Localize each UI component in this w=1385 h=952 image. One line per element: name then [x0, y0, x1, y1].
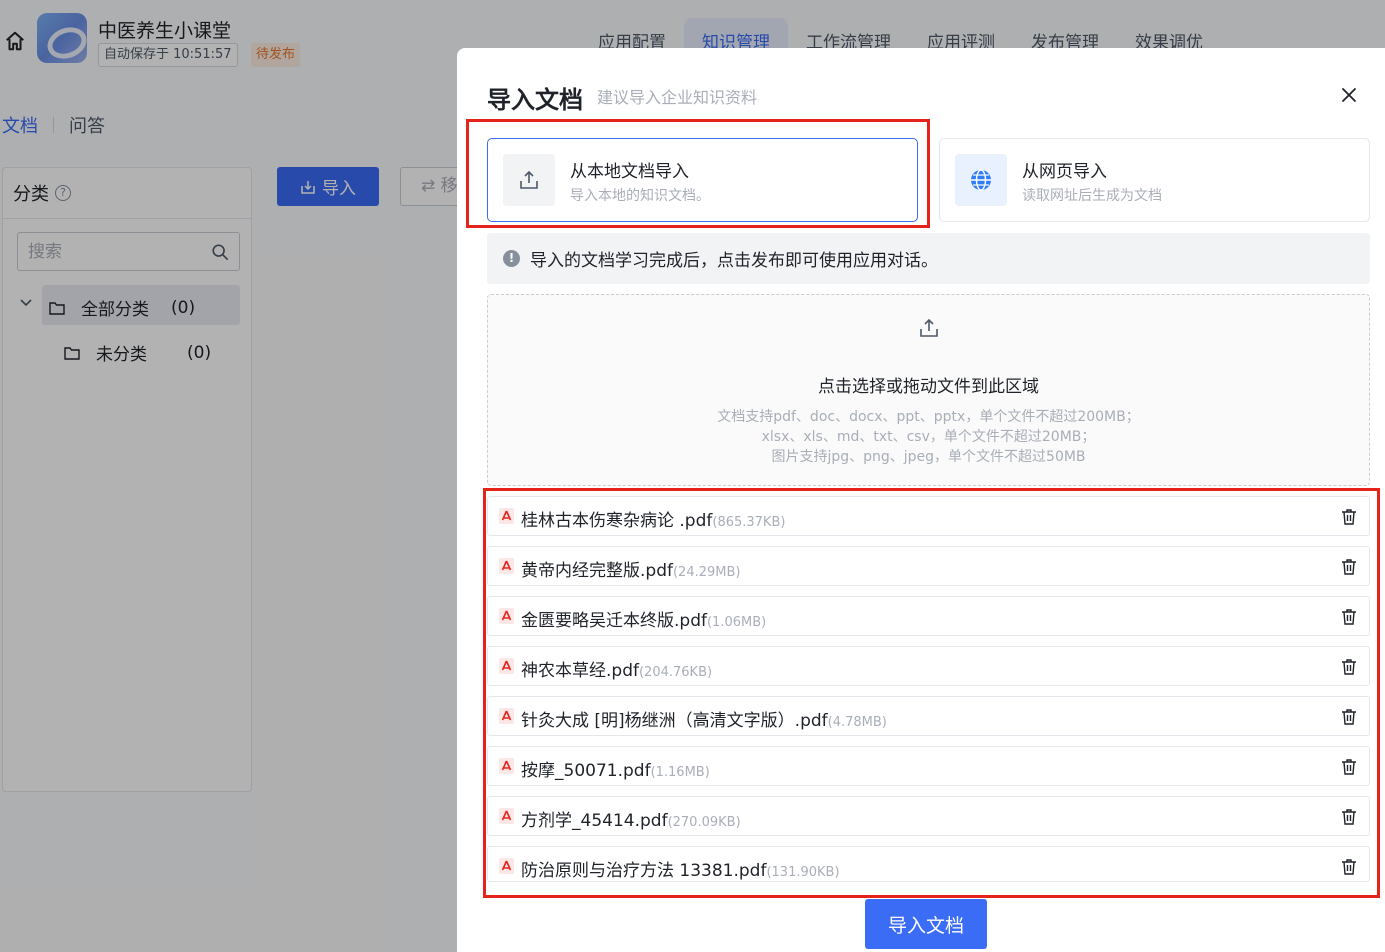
- file-name: 方剂学_45414.pdf: [521, 811, 668, 831]
- trash-icon[interactable]: [1341, 608, 1357, 625]
- file-name-wrap: 黄帝内经完整版.pdf(24.29MB): [521, 556, 740, 581]
- file-name-wrap: 按摩_50071.pdf(1.16MB): [521, 756, 710, 781]
- source-local-card[interactable]: 从本地文档导入 导入本地的知识文档。: [487, 138, 918, 222]
- pdf-icon: [499, 508, 514, 524]
- trash-icon[interactable]: [1341, 708, 1357, 725]
- close-icon[interactable]: [1340, 86, 1358, 104]
- file-row: 桂林古本伤寒杂病论 .pdf(865.37KB): [487, 496, 1370, 536]
- file-name-wrap: 方剂学_45414.pdf(270.09KB): [521, 806, 741, 831]
- pdf-icon: [499, 808, 514, 824]
- upload-icon: [520, 170, 538, 189]
- file-size: (24.29MB): [672, 565, 741, 580]
- dropzone-title: 点击选择或拖动文件到此区域: [818, 377, 1039, 397]
- file-name-wrap: 桂林古本伤寒杂病论 .pdf(865.37KB): [521, 506, 785, 531]
- file-row: 神农本草经.pdf(204.76KB): [487, 646, 1370, 686]
- file-row: 金匮要略吴迁本终版.pdf(1.06MB): [487, 596, 1370, 636]
- file-size: (204.76KB): [638, 665, 713, 680]
- source-web-icon-box: [955, 154, 1007, 206]
- file-size: (1.06MB): [706, 615, 767, 630]
- trash-icon[interactable]: [1341, 758, 1357, 775]
- file-size: (270.09KB): [667, 815, 741, 830]
- pdf-icon: [499, 858, 514, 874]
- file-size: (131.90KB): [766, 865, 840, 880]
- pdf-icon: [499, 758, 514, 774]
- pdf-icon: [499, 658, 514, 674]
- file-name-wrap: 神农本草经.pdf(204.76KB): [521, 656, 712, 681]
- dropzone-hint-line: xlsx、xls、md、txt、csv，单个文件不超过20MB；: [761, 429, 1096, 445]
- trash-icon[interactable]: [1341, 808, 1357, 825]
- file-name: 防治原则与治疗方法 13381.pdf: [521, 861, 767, 881]
- file-size: (865.37KB): [712, 515, 786, 530]
- pdf-icon: [499, 708, 514, 724]
- modal-subtitle: 建议导入企业知识资料: [597, 88, 758, 107]
- info-icon: !: [503, 250, 520, 267]
- trash-icon[interactable]: [1341, 508, 1357, 525]
- source-web-desc: 读取网址后生成为文档: [1022, 188, 1162, 204]
- trash-icon[interactable]: [1341, 858, 1357, 875]
- file-size: (1.16MB): [650, 765, 710, 780]
- globe-icon: [971, 169, 991, 191]
- source-local-icon-box: [503, 154, 555, 206]
- file-name: 神农本草经.pdf: [521, 661, 639, 681]
- file-row: 防治原则与治疗方法 13381.pdf(131.90KB): [487, 846, 1370, 882]
- source-web-card[interactable]: 从网页导入 读取网址后生成为文档: [939, 138, 1370, 222]
- pdf-icon: [499, 608, 514, 624]
- pdf-icon: [499, 558, 514, 574]
- file-name-wrap: 防治原则与治疗方法 13381.pdf(131.90KB): [521, 856, 840, 881]
- notice-text: 导入的文档学习完成后，点击发布即可使用应用对话。: [530, 251, 938, 271]
- trash-icon[interactable]: [1341, 658, 1357, 675]
- file-name: 桂林古本伤寒杂病论 .pdf: [521, 511, 713, 531]
- file-name-wrap: 针灸大成 [明]杨继洲（高清文字版）.pdf(4.78MB): [521, 706, 887, 731]
- modal-title: 导入文档: [487, 86, 583, 114]
- source-local-name: 从本地文档导入: [570, 162, 689, 182]
- import-document-modal: 导入文档 建议导入企业知识资料 从本地文档导入 导入本地的知识文档。 从网页导入…: [457, 48, 1385, 952]
- file-name-wrap: 金匮要略吴迁本终版.pdf(1.06MB): [521, 606, 766, 631]
- file-name: 针灸大成 [明]杨继洲（高清文字版）.pdf: [521, 711, 828, 731]
- file-name: 金匮要略吴迁本终版.pdf: [521, 611, 707, 631]
- file-name: 按摩_50071.pdf: [521, 761, 651, 781]
- file-size: (4.78MB): [827, 715, 887, 730]
- file-row: 黄帝内经完整版.pdf(24.29MB): [487, 546, 1370, 586]
- file-row: 方剂学_45414.pdf(270.09KB): [487, 796, 1370, 836]
- trash-icon[interactable]: [1341, 558, 1357, 575]
- dropzone-hint-line: 图片支持jpg、png、jpeg，单个文件不超过50MB: [771, 449, 1086, 465]
- file-row: 针灸大成 [明]杨继洲（高清文字版）.pdf(4.78MB): [487, 696, 1370, 736]
- source-web-name: 从网页导入: [1022, 162, 1107, 182]
- upload-icon: [920, 318, 938, 337]
- notice-banner: ! 导入的文档学习完成后，点击发布即可使用应用对话。: [487, 233, 1370, 284]
- file-row: 按摩_50071.pdf(1.16MB): [487, 746, 1370, 786]
- source-local-desc: 导入本地的知识文档。: [570, 188, 710, 204]
- file-name: 黄帝内经完整版.pdf: [521, 561, 673, 581]
- dropzone-hint-line: 文档支持pdf、doc、docx、ppt、pptx，单个文件不超过200MB；: [717, 409, 1140, 425]
- file-dropzone[interactable]: 点击选择或拖动文件到此区域 文档支持pdf、doc、docx、ppt、pptx，…: [487, 294, 1370, 486]
- import-documents-button[interactable]: 导入文档: [865, 899, 987, 949]
